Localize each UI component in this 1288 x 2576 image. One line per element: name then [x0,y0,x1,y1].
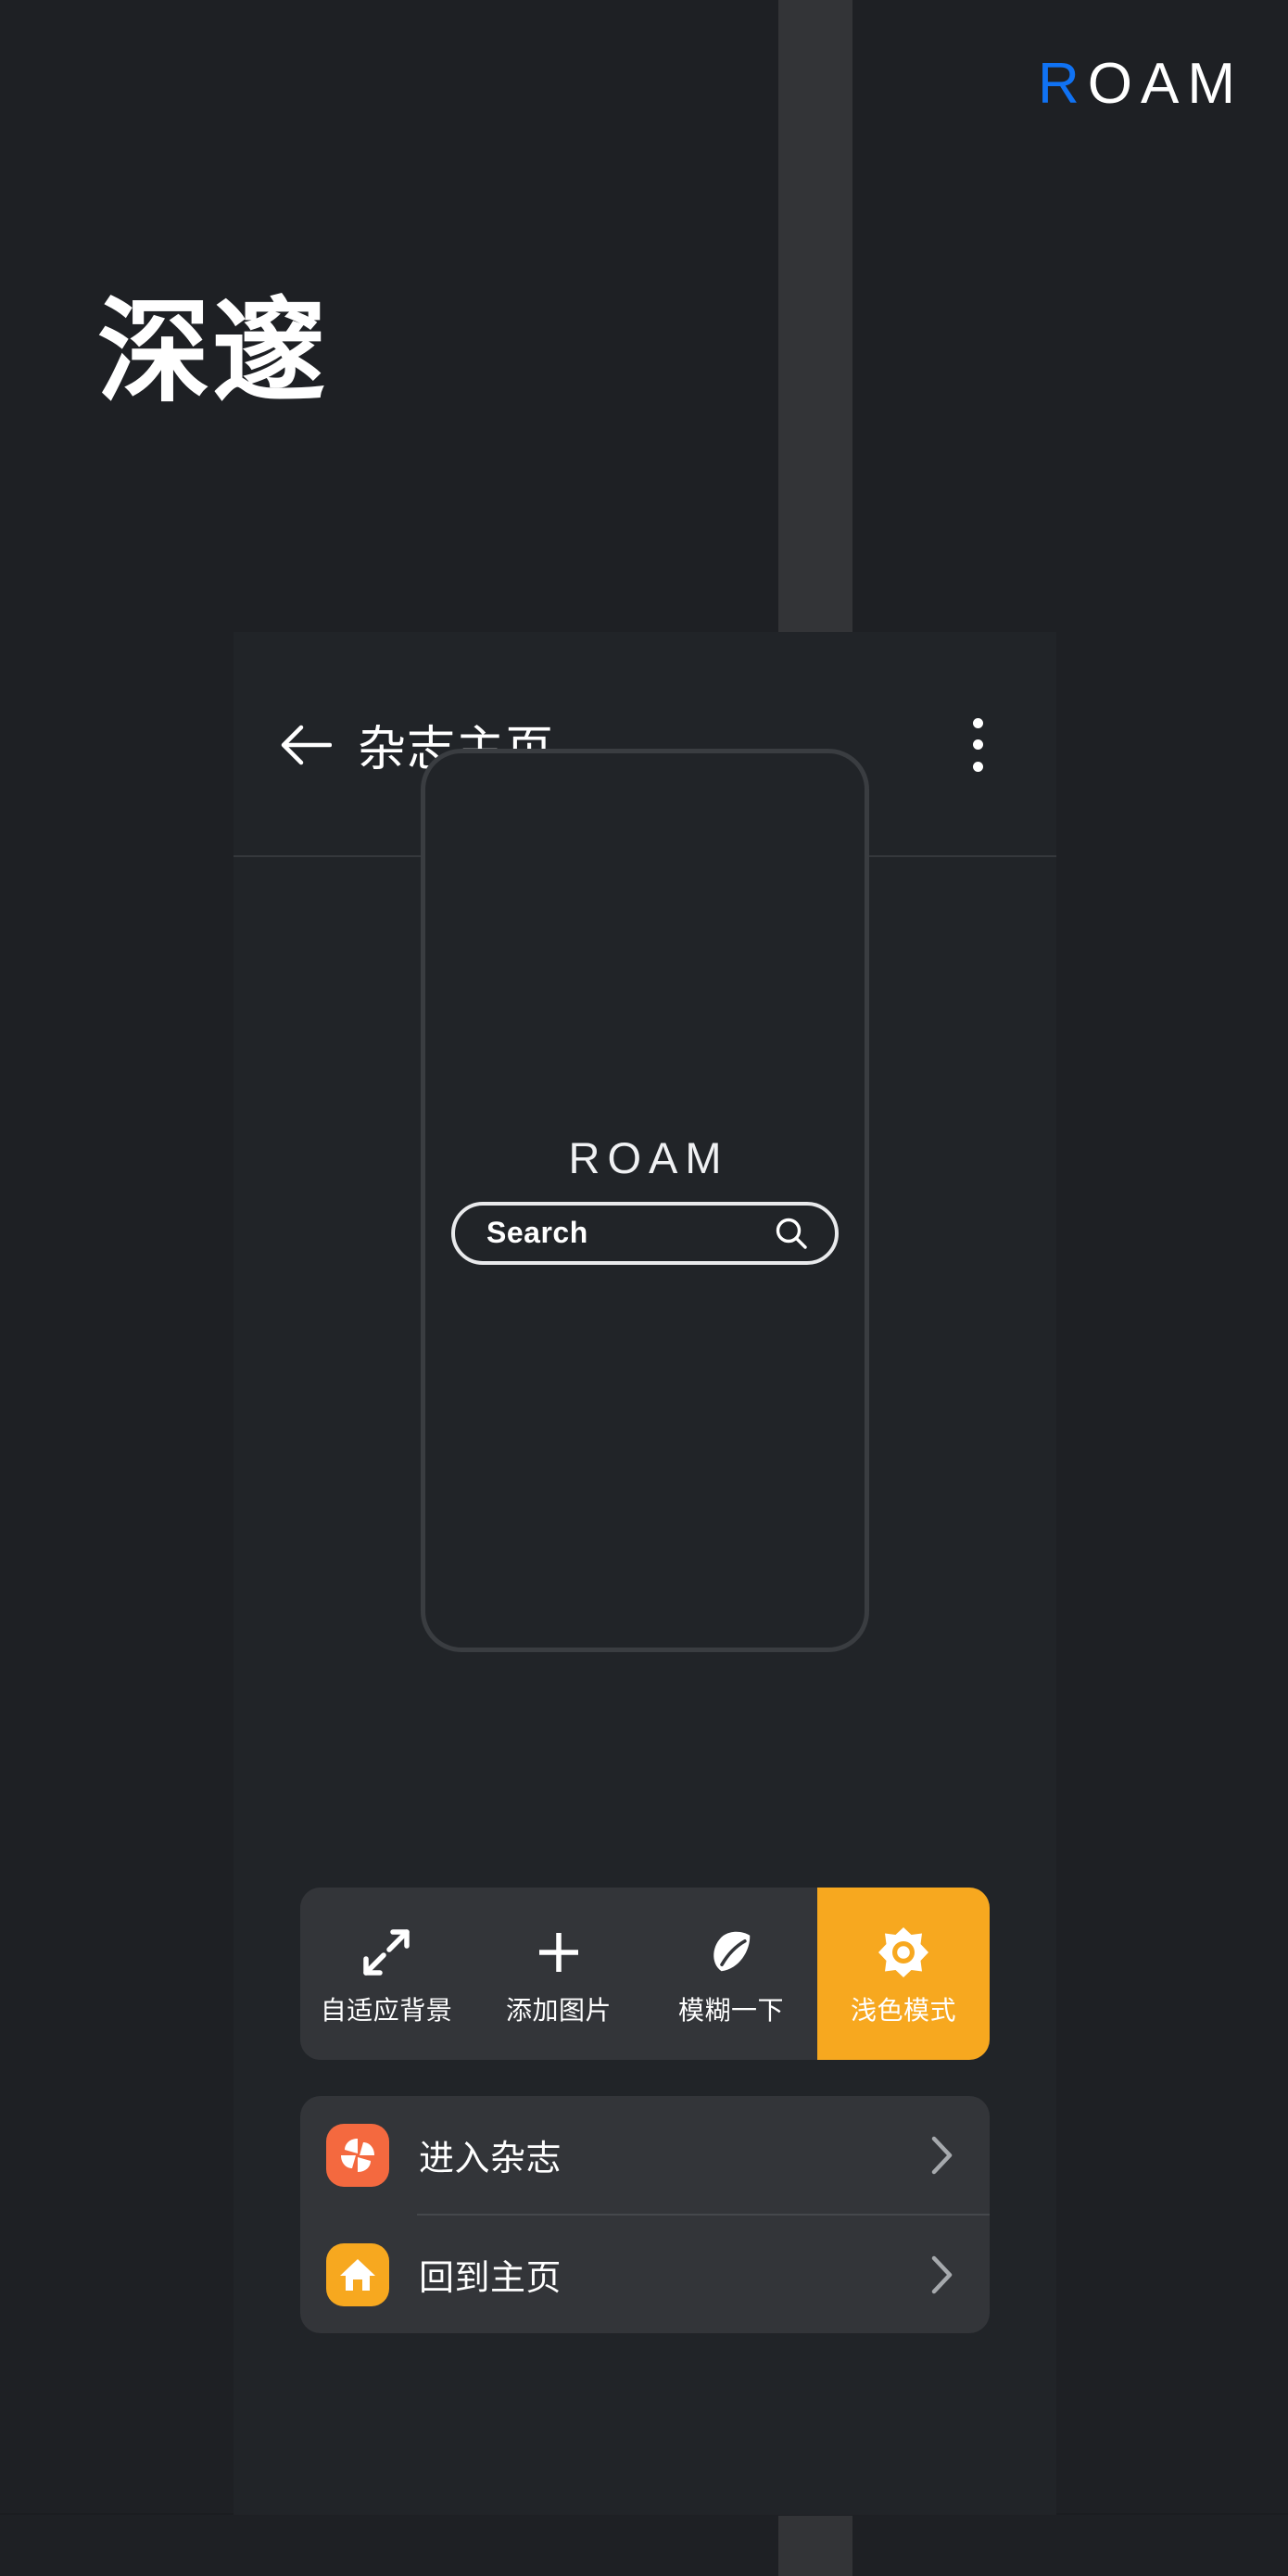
brand-rest-letters: OAM [1087,52,1244,116]
preview-logo: ROAM [568,1132,729,1182]
tool-blur[interactable]: 模糊一下 [645,1888,817,2060]
tool-label: 自适应背景 [320,1996,453,2025]
magazine-card-panel: 杂志主页 ROAM Search [234,632,1056,2515]
tool-label: 模糊一下 [677,1996,784,2025]
home-icon [326,2242,389,2306]
overflow-menu-button[interactable] [953,713,1003,777]
leaf-icon [705,1924,757,1981]
search-input[interactable]: Search [451,1201,839,1265]
chevron-right-icon[interactable] [925,2255,958,2293]
phone-frame[interactable]: ROAM Search [421,748,869,1652]
list-item-label: 回到主页 [419,2259,562,2298]
brightness-sun-icon [877,1924,930,1981]
tool-adaptive-background[interactable]: 自适应背景 [300,1888,473,2060]
action-list: 进入杂志 回到主页 [234,2096,1056,2333]
brand-wordmark: ROAM [1038,56,1244,113]
page-title: 深邃 [97,289,327,415]
background-accent-bar-top [778,0,852,633]
chevron-right-icon[interactable] [925,2136,958,2174]
pinwheel-icon [326,2123,389,2187]
kebab-menu-icon [972,717,983,772]
tool-label: 添加图片 [505,1996,612,2025]
back-button[interactable] [276,715,335,775]
action-list-group: 进入杂志 回到主页 [300,2096,990,2333]
plus-icon [533,1924,585,1981]
background-accent-bar-bottom [778,2516,852,2576]
list-item[interactable]: 进入杂志 [300,2096,990,2214]
tool-add-image[interactable]: 添加图片 [473,1888,645,2060]
editor-toolbar: 自适应背景 添加图片 模糊一下 浅色模式 [234,1888,1056,2060]
arrow-left-icon [280,724,332,766]
brand-accent-letter: R [1037,52,1088,116]
phone-preview-area: ROAM Search [234,748,1056,1652]
search-input-value: Search [486,1216,588,1249]
editor-toolbar-group: 自适应背景 添加图片 模糊一下 浅色模式 [300,1888,990,2060]
list-item[interactable]: 回到主页 [300,2216,990,2333]
tool-label: 浅色模式 [850,1996,956,2025]
list-item-label: 进入杂志 [419,2140,562,2178]
tool-light-mode[interactable]: 浅色模式 [817,1888,990,2060]
expand-arrows-icon [360,1924,412,1981]
search-icon[interactable] [774,1216,809,1251]
